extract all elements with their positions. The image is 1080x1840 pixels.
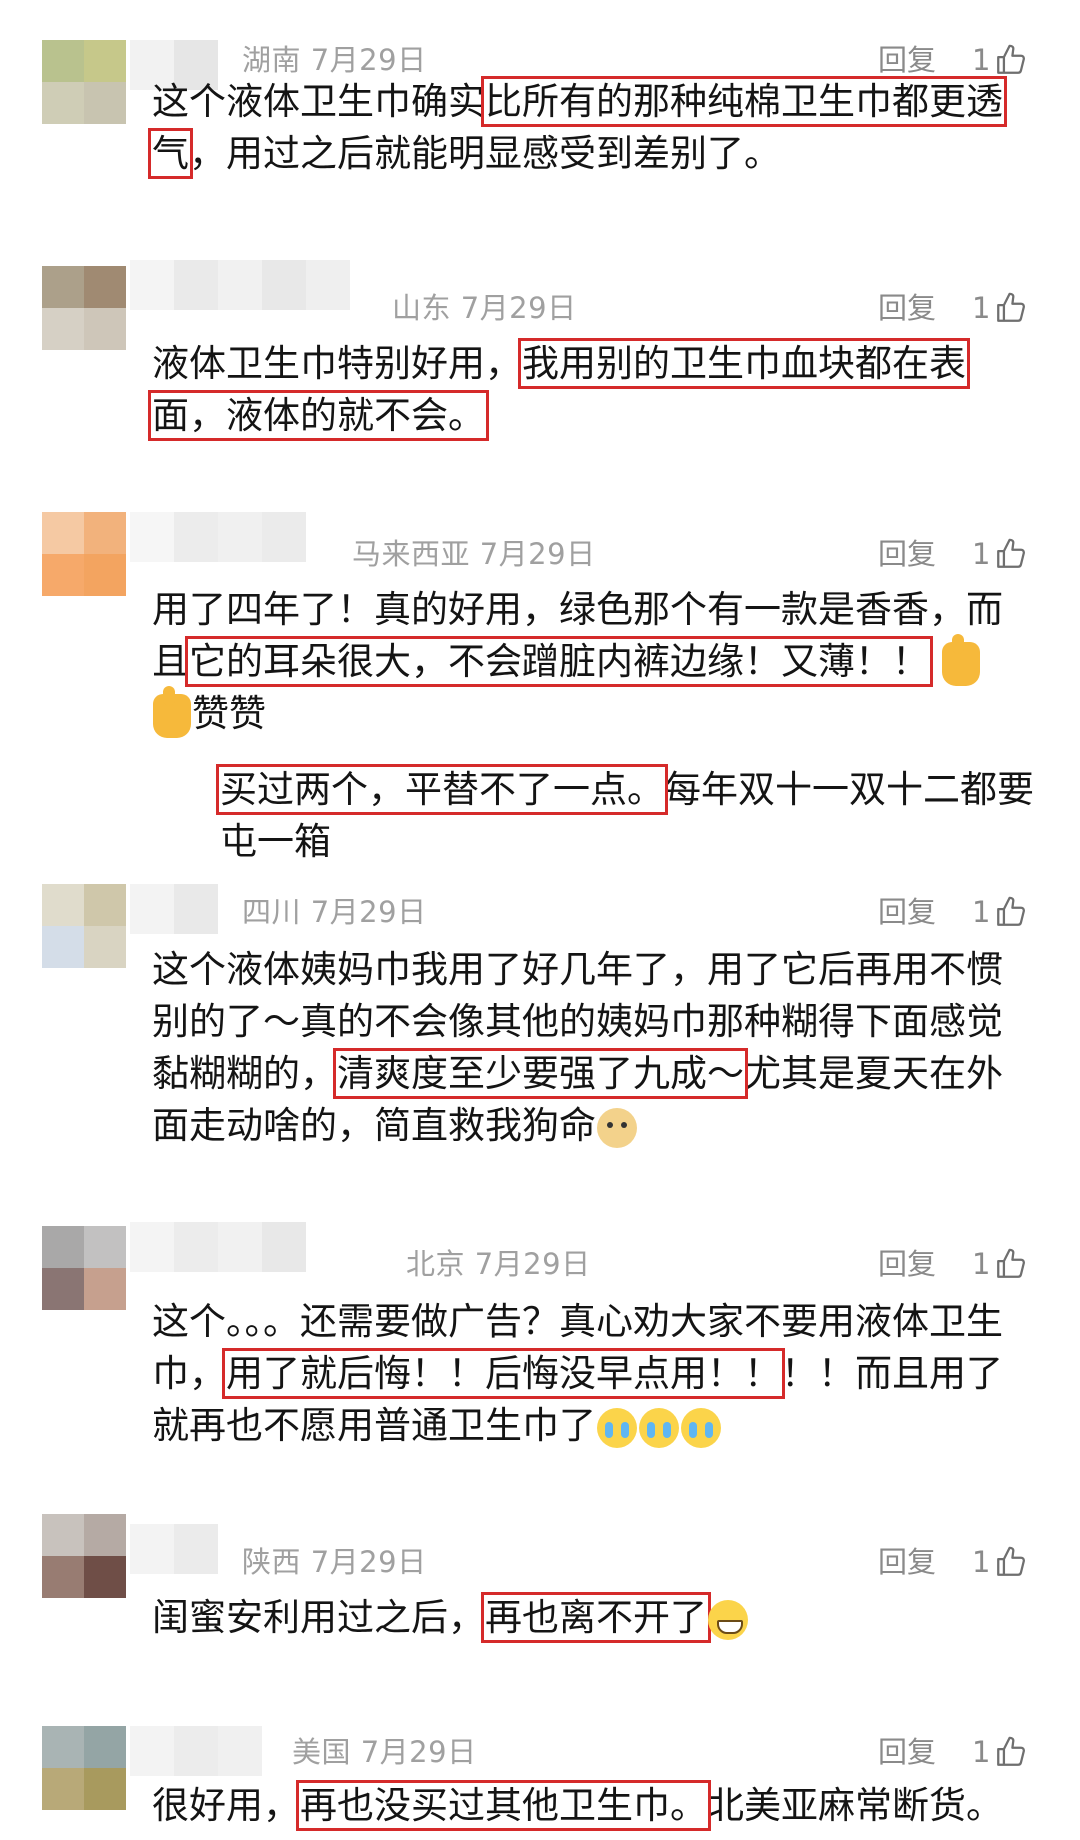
location: 马来西亚 [352, 537, 471, 571]
date: 7月29日 [310, 895, 427, 929]
reply-button[interactable]: 回复 [878, 894, 936, 930]
thumbs-up-icon [997, 1248, 1026, 1278]
location: 北京 [406, 1247, 466, 1281]
date: 7月29日 [310, 43, 427, 77]
comment-meta: 美国 7月29日 [292, 1734, 477, 1770]
like-count: 1 [972, 537, 991, 571]
reply-button[interactable]: 回复 [878, 1544, 936, 1580]
text-segment: 很好用， [152, 1784, 300, 1827]
crying-emoji-icon [639, 1407, 679, 1448]
thumbs-up-emoji-icon [153, 685, 191, 738]
like-button[interactable]: 1 [972, 536, 1028, 572]
like-count: 1 [972, 1247, 991, 1281]
comment-meta: 陕西 7月29日 [242, 1544, 427, 1580]
username-blurred[interactable] [130, 512, 306, 562]
crying-emoji-icon [681, 1407, 721, 1448]
username-blurred[interactable] [130, 1222, 306, 1272]
comment-text: 用了四年了！真的好用，绿色那个有一款是香香，而且它的耳朵很大，不会蹭脏内裤边缘！… [152, 584, 1032, 740]
thumbs-up-icon [997, 896, 1026, 926]
username-blurred[interactable] [130, 1524, 218, 1574]
date: 7月29日 [310, 1545, 427, 1579]
username-blurred[interactable] [130, 260, 350, 310]
reply-button[interactable]: 回复 [878, 290, 936, 326]
like-button[interactable]: 1 [972, 290, 1028, 326]
comment-meta: 北京 7月29日 [406, 1246, 591, 1282]
like-count: 1 [972, 43, 991, 77]
avatar[interactable] [42, 266, 126, 350]
crying-emoji-icon [597, 1407, 637, 1448]
location: 四川 [242, 895, 302, 929]
thumbs-up-icon [997, 1736, 1026, 1766]
like-count: 1 [972, 1735, 991, 1769]
comment-meta: 湖南 7月29日 [242, 42, 427, 78]
comment-meta: 马来西亚 7月29日 [352, 536, 596, 572]
thumbs-up-icon [997, 292, 1026, 322]
like-button[interactable]: 1 [972, 1246, 1028, 1282]
text-segment: ，用过之后就能明显感受到差别了。 [189, 132, 781, 175]
date: 7月29日 [360, 1735, 477, 1769]
avatar[interactable] [42, 884, 126, 968]
comment-text: 很好用，再也没买过其他卫生巾。北美亚麻常断货。 [152, 1780, 1032, 1832]
location: 美国 [292, 1735, 352, 1769]
text-segment: 这个液体卫生巾确实 [152, 80, 485, 123]
comment-text: 这个。。。还需要做广告？真心劝大家不要用液体卫生巾，用了就后悔！！后悔没早点用！… [152, 1296, 1032, 1452]
location: 陕西 [242, 1545, 302, 1579]
username-blurred[interactable] [130, 884, 218, 934]
username-blurred[interactable] [130, 1726, 262, 1776]
avatar[interactable] [42, 512, 126, 596]
comment-text: 液体卫生巾特别好用，我用别的卫生巾血块都在表面，液体的就不会。 [148, 338, 1032, 442]
reply-button[interactable]: 回复 [878, 42, 936, 78]
comment-text: 这个液体姨妈巾我用了好几年了，用了它后再用不惯别的了～真的不会像其他的姨妈巾那种… [152, 944, 1032, 1152]
date: 7月29日 [479, 537, 596, 571]
text-segment: 液体卫生巾特别好用， [152, 342, 522, 385]
text-segment: 闺蜜安利用过之后， [152, 1596, 485, 1639]
reply-button[interactable]: 回复 [878, 1734, 936, 1770]
reply-button[interactable]: 回复 [878, 1246, 936, 1282]
highlighted-segment: 用了就后悔！！后悔没早点用！！ [222, 1348, 785, 1399]
grin-emoji-icon [708, 1599, 748, 1640]
avatar[interactable] [42, 1514, 126, 1598]
text-segment: 赞赞 [192, 692, 266, 735]
location: 湖南 [242, 43, 302, 77]
doge-emoji-icon [597, 1107, 637, 1148]
text-segment: 北美亚麻常断货。 [707, 1784, 1003, 1827]
like-button[interactable]: 1 [972, 1544, 1028, 1580]
like-button[interactable]: 1 [972, 1734, 1028, 1770]
highlighted-segment: 清爽度至少要强了九成～ [333, 1048, 748, 1099]
thumbs-up-emoji-icon [941, 633, 980, 686]
date: 7月29日 [474, 1247, 591, 1281]
avatar[interactable] [42, 40, 126, 124]
reply-button[interactable]: 回复 [878, 536, 936, 572]
avatar[interactable] [42, 1726, 126, 1810]
highlighted-segment: 再也没买过其他卫生巾。 [296, 1780, 711, 1831]
like-count: 1 [972, 291, 991, 325]
thumbs-up-icon [997, 44, 1026, 74]
highlighted-segment: 它的耳朵很大，不会蹭脏内裤边缘！又薄！！ [185, 636, 933, 687]
like-count: 1 [972, 895, 991, 929]
date: 7月29日 [460, 291, 577, 325]
sub-reply-text: 买过两个，平替不了一点。每年双十一双十二都要屯一箱 [216, 764, 1040, 868]
like-count: 1 [972, 1545, 991, 1579]
comment-meta: 山东 7月29日 [392, 290, 577, 326]
thumbs-up-icon [997, 1546, 1026, 1576]
highlighted-segment: 买过两个，平替不了一点。 [216, 764, 668, 815]
like-button[interactable]: 1 [972, 42, 1028, 78]
location: 山东 [392, 291, 452, 325]
comment-text: 这个液体卫生巾确实比所有的那种纯棉卫生巾都更透气，用过之后就能明显感受到差别了。 [148, 76, 1032, 180]
highlighted-segment: 再也离不开了 [481, 1592, 711, 1643]
comment-text: 闺蜜安利用过之后，再也离不开了 [152, 1592, 1032, 1644]
thumbs-up-icon [997, 538, 1026, 568]
avatar[interactable] [42, 1226, 126, 1310]
like-button[interactable]: 1 [972, 894, 1028, 930]
comment-meta: 四川 7月29日 [242, 894, 427, 930]
